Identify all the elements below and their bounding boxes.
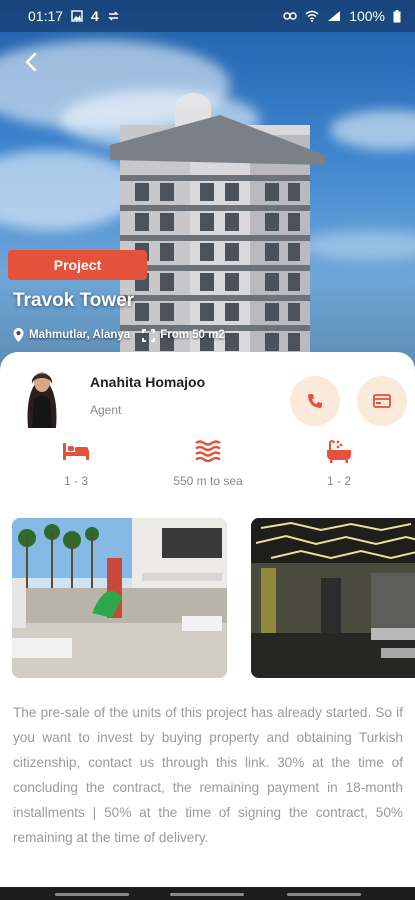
project-meta: Mahmutlar, Alanya From 50 m2 <box>13 328 225 342</box>
status-time: 01:17 <box>28 8 64 24</box>
photo-gallery[interactable] <box>12 518 415 678</box>
nav-home[interactable] <box>170 893 244 896</box>
bathtub-icon <box>327 440 351 463</box>
feature-label: 1 - 2 <box>326 474 351 488</box>
signal-icon <box>328 11 341 21</box>
project-description: The pre-sale of the units of this projec… <box>13 705 403 845</box>
agent-name: Anahita Homajoo <box>90 374 206 390</box>
feature-bathrooms: 1 - 2 <box>269 438 409 488</box>
location-text: Mahmutlar, Alanya <box>29 329 131 341</box>
call-button[interactable] <box>290 376 340 426</box>
back-button[interactable] <box>18 48 46 76</box>
features-row: 1 - 3 550 m to sea 1 - 2 <box>0 438 415 498</box>
agent-avatar <box>20 364 64 428</box>
feature-sea-distance: 550 m to sea <box>138 438 278 488</box>
envelope-icon <box>373 394 391 408</box>
feature-bedrooms: 1 - 3 <box>6 438 146 488</box>
battery-icon <box>393 9 401 22</box>
location-info: Mahmutlar, Alanya <box>13 328 130 342</box>
expand-area-icon <box>142 328 156 342</box>
feature-label: 1 - 3 <box>63 474 88 488</box>
area-info: From 50 m2 <box>142 328 225 342</box>
chevron-left-icon <box>25 52 37 72</box>
system-nav-bar <box>0 887 415 900</box>
project-badge: Project <box>8 250 147 280</box>
agent-card: Anahita Homajoo Agent <box>20 364 407 430</box>
details-sheet: Anahita Homajoo Agent 1 - 3 550 m to sea… <box>0 352 415 887</box>
link-icon <box>283 12 297 20</box>
feature-label: 550 m to sea <box>173 474 243 488</box>
message-button[interactable] <box>357 376 407 426</box>
nav-recent[interactable] <box>55 893 129 896</box>
sea-waves-icon <box>195 440 221 462</box>
bed-icon <box>63 443 89 460</box>
status-bar: 01:17 4 100% <box>0 0 415 32</box>
battery-level: 100% <box>349 8 385 24</box>
project-title: Travok Tower <box>13 290 135 311</box>
playground-photo <box>12 518 227 678</box>
gallery-photo-gym[interactable] <box>251 518 415 678</box>
phone-icon <box>308 394 322 408</box>
agent-role: Agent <box>90 403 122 417</box>
gallery-notification-icon <box>71 10 83 22</box>
gallery-photo-playground[interactable] <box>12 518 227 678</box>
location-pin-icon <box>13 328 24 342</box>
sync-icon <box>108 11 119 21</box>
gym-photo <box>251 518 415 678</box>
network-label: 4 <box>91 8 99 24</box>
area-text: From 50 m2 <box>160 329 225 341</box>
nav-back[interactable] <box>287 893 361 896</box>
wifi-icon <box>305 10 319 22</box>
